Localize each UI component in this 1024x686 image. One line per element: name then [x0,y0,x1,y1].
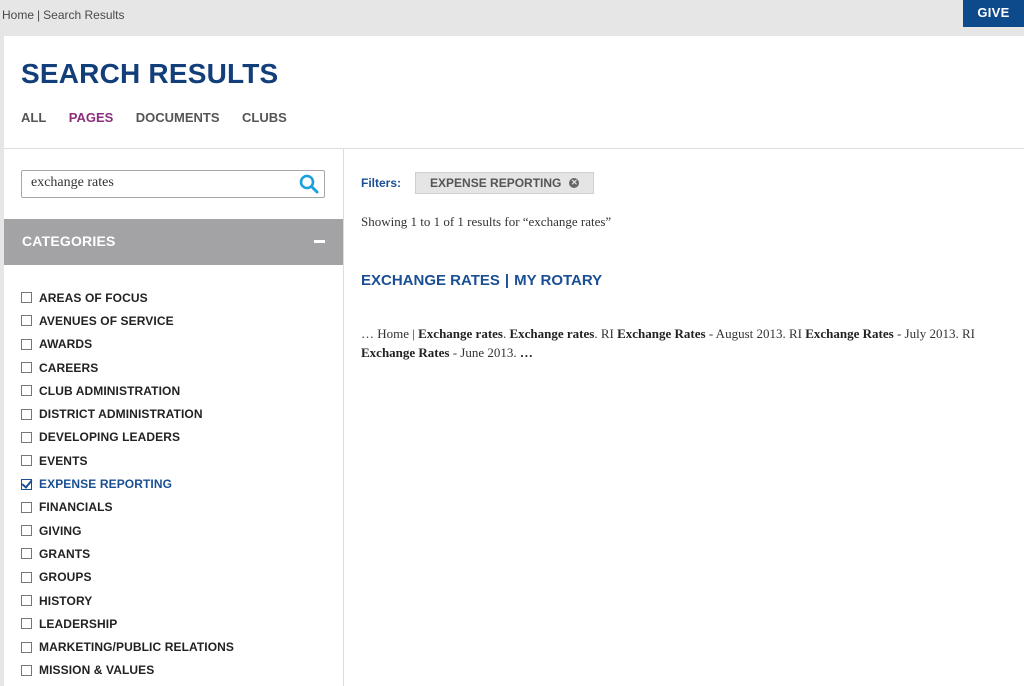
top-bar: Home | Search Results GIVE [0,0,1024,36]
column-divider [343,149,344,686]
active-filters: Filters: EXPENSE REPORTING ✕ [361,172,595,194]
snippet-text: … Home | [361,326,419,341]
result-site: MY ROTARY [514,272,603,289]
category-item[interactable]: AWARDS [21,333,234,356]
category-item[interactable]: MISSION & VALUES [21,659,234,682]
category-label: CLUB ADMINISTRATION [39,383,181,398]
category-item[interactable]: LEADERSHIP [21,612,234,635]
category-item[interactable]: EXPENSE REPORTING [21,472,234,495]
category-label: AWARDS [39,337,93,352]
page-title: SEARCH RESULTS [21,58,279,89]
breadcrumb-home-link[interactable]: Home [2,8,34,22]
category-checkbox[interactable] [21,501,32,513]
category-label: FINANCIALS [39,500,113,515]
category-label: MISSION & VALUES [39,663,155,678]
filter-chip-label: EXPENSE REPORTING [430,176,562,190]
breadcrumb: Home | Search Results [2,8,125,22]
result-title-link[interactable]: EXCHANGE RATES | MY ROTARY [361,272,602,289]
category-label: EVENTS [39,453,88,468]
category-list: AREAS OF FOCUS AVENUES OF SERVICE AWARDS CA… [21,286,234,682]
snippet-highlight: Exchange Rates [617,326,706,341]
category-item[interactable]: EVENTS [21,449,234,472]
category-checkbox[interactable] [21,292,32,304]
category-label: GROUPS [39,570,92,585]
category-item[interactable]: MARKETING/PUBLIC RELATIONS [21,635,234,658]
category-item[interactable]: GROUPS [21,566,234,589]
category-checkbox[interactable] [21,431,32,443]
category-item[interactable]: CAREERS [21,356,234,379]
category-item[interactable]: CLUB ADMINISTRATION [21,379,234,402]
category-checkbox[interactable] [21,408,32,420]
category-checkbox[interactable] [21,664,32,676]
filters-label: Filters: [361,176,402,190]
category-checkbox[interactable] [21,548,32,560]
category-item[interactable]: GRANTS [21,542,234,565]
snippet-highlight: … [519,345,533,360]
category-item[interactable]: DEVELOPING LEADERS [21,426,234,449]
category-checkbox[interactable] [21,455,32,467]
category-item[interactable]: GIVING [21,519,234,542]
filter-chip: EXPENSE REPORTING ✕ [415,172,595,194]
category-item[interactable]: FINANCIALS [21,496,234,519]
tab-documents[interactable]: DOCUMENTS [136,110,220,125]
category-label: HISTORY [39,593,93,608]
category-checkbox[interactable] [21,595,32,606]
snippet-highlight: Exchange Rates [361,345,450,360]
category-checkbox[interactable] [21,362,32,374]
snippet-text: - July 2013. RI [893,326,975,341]
category-item[interactable]: DISTRICT ADMINISTRATION [21,402,234,425]
breadcrumb-current: Search Results [43,8,125,22]
category-label: CAREERS [39,360,99,375]
category-checkbox[interactable] [21,618,32,630]
snippet-text: - June 2013. [449,345,520,360]
category-checkbox[interactable] [21,478,32,490]
category-label: GIVING [39,523,82,538]
categories-heading: CATEGORIES [22,233,116,249]
category-checkbox[interactable] [21,385,32,397]
result-title: EXCHANGE RATES [361,272,500,289]
result-snippet: … Home | Exchange rates. Exchange rates.… [361,324,1001,362]
category-checkbox[interactable] [21,641,32,653]
tab-clubs[interactable]: CLUBS [242,110,287,125]
snippet-highlight: Exchange rates [418,326,503,341]
category-item[interactable]: AREAS OF FOCUS [21,286,234,309]
category-checkbox[interactable] [21,525,32,537]
results-summary: Showing 1 to 1 of 1 results for “exchang… [361,214,612,229]
categories-header[interactable]: CATEGORIES [4,219,343,265]
category-item[interactable]: AVENUES OF SERVICE [21,309,234,332]
search-box [21,170,325,198]
category-label: GRANTS [39,546,91,561]
collapse-icon[interactable] [314,240,325,243]
category-label: DISTRICT ADMINISTRATION [39,407,203,422]
snippet-highlight: Exchange Rates [805,326,894,341]
result-type-tabs: ALL PAGES DOCUMENTS CLUBS [21,109,305,127]
category-checkbox[interactable] [21,315,32,327]
category-label: LEADERSHIP [39,616,118,631]
tab-pages[interactable]: PAGES [69,110,114,125]
search-input[interactable] [22,171,297,195]
category-label: MARKETING/PUBLIC RELATIONS [39,640,235,655]
snippet-text: . RI [594,326,618,341]
search-icon[interactable] [298,174,320,194]
tab-all[interactable]: ALL [21,110,46,125]
remove-filter-icon[interactable]: ✕ [569,178,580,188]
main-content: SEARCH RESULTS ALL PAGES DOCUMENTS CLUBS… [4,36,1024,686]
category-label: EXPENSE REPORTING [39,477,173,492]
category-checkbox[interactable] [21,338,32,350]
snippet-highlight: Exchange rates [509,326,595,341]
category-label: AVENUES OF SERVICE [39,313,174,328]
snippet-text: - August 2013. RI [705,326,806,341]
result-title-separator: | [504,272,510,289]
give-button[interactable]: GIVE [963,0,1024,27]
category-item[interactable]: HISTORY [21,589,234,612]
header-divider [4,148,1024,149]
category-label: DEVELOPING LEADERS [39,430,181,445]
category-label: AREAS OF FOCUS [39,290,148,305]
breadcrumb-separator: | [37,8,41,22]
category-checkbox[interactable] [21,571,32,583]
